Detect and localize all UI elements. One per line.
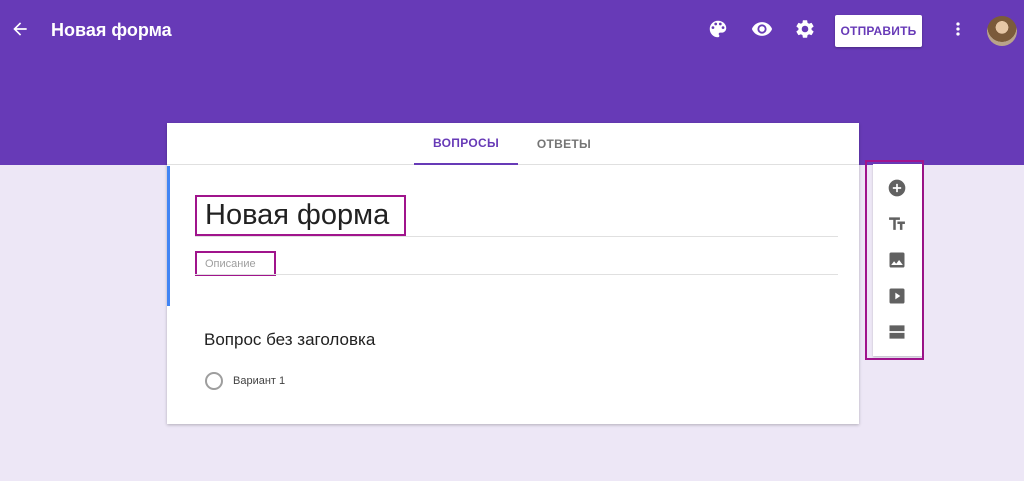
avatar[interactable] (987, 16, 1017, 46)
add-question-icon (887, 178, 907, 203)
top-app-bar: Новая форма ОТПРАВИТЬ (0, 0, 1024, 64)
back-button[interactable] (2, 13, 38, 49)
tab-questions[interactable]: ВОПРОСЫ (414, 123, 518, 165)
add-question-button[interactable] (885, 178, 909, 202)
eye-icon (751, 18, 773, 45)
video-icon (887, 286, 907, 311)
floating-toolbar (865, 160, 924, 360)
divider (195, 236, 838, 237)
add-section-button[interactable] (885, 322, 909, 346)
active-section-indicator (167, 166, 170, 306)
form-card: ВОПРОСЫ ОТВЕТЫ Новая форма Описание Вопр… (167, 123, 859, 424)
form-title-input[interactable]: Новая форма (195, 195, 406, 236)
title-text-icon (887, 214, 907, 239)
gear-icon (794, 18, 816, 45)
add-title-button[interactable] (885, 214, 909, 238)
section-icon (887, 322, 907, 347)
send-button[interactable]: ОТПРАВИТЬ (835, 15, 922, 47)
form-description-input[interactable]: Описание (195, 251, 276, 276)
divider (195, 274, 838, 275)
more-options-button[interactable] (940, 13, 976, 49)
image-icon (887, 250, 907, 275)
palette-icon (707, 18, 729, 45)
tab-answers[interactable]: ОТВЕТЫ (528, 123, 600, 165)
arrow-back-icon (10, 19, 30, 44)
settings-button[interactable] (787, 13, 823, 49)
radio-option[interactable] (205, 372, 223, 390)
more-vert-icon (948, 19, 968, 44)
question-title[interactable]: Вопрос без заголовка (204, 330, 375, 350)
app-title: Новая форма (51, 20, 172, 40)
add-image-button[interactable] (885, 250, 909, 274)
option-label[interactable]: Вариант 1 (233, 375, 285, 387)
toolbar-panel (873, 164, 922, 356)
add-video-button[interactable] (885, 286, 909, 310)
preview-button[interactable] (744, 13, 780, 49)
customize-theme-button[interactable] (700, 13, 736, 49)
tab-bar: ВОПРОСЫ ОТВЕТЫ (167, 123, 859, 165)
